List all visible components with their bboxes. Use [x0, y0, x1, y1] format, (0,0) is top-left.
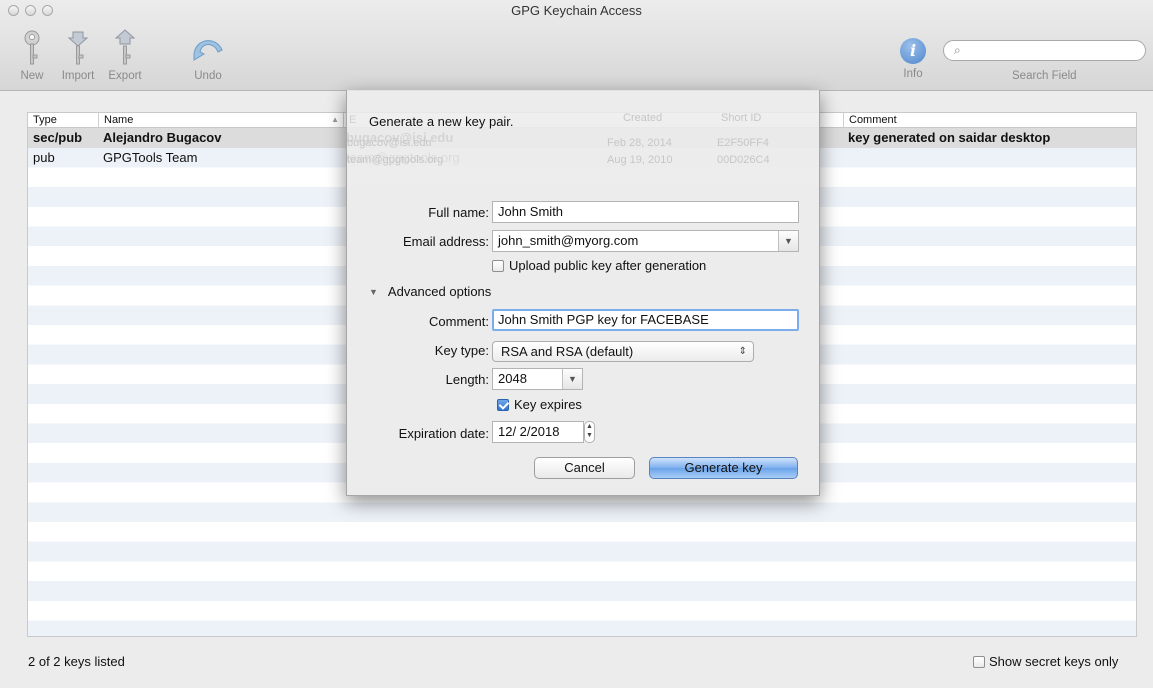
checkbox-checked[interactable]: [497, 398, 509, 411]
key-type-label: Key type:: [434, 343, 489, 358]
key-type-value: RSA and RSA (default): [501, 344, 634, 359]
cancel-button[interactable]: Cancel: [534, 457, 635, 479]
export-label: Export: [108, 70, 142, 82]
search-field-label: Search Field: [1012, 70, 1077, 82]
window-title: GPG Keychain Access: [511, 3, 642, 18]
import-button[interactable]: Import: [56, 28, 100, 82]
key-icon: [24, 30, 40, 65]
undo-button[interactable]: Undo: [188, 28, 228, 82]
advanced-options-label: Advanced options: [387, 284, 492, 299]
cell-type: sec/pub: [33, 130, 83, 145]
length-label: Length:: [445, 372, 489, 387]
info-icon: i: [900, 38, 926, 64]
undo-arrow-icon: [193, 40, 223, 61]
ghost-row2-short-id: 00D026C4: [717, 154, 770, 166]
sort-ascending-icon: ▲: [331, 115, 339, 124]
info-label: Info: [903, 68, 923, 80]
column-header-name[interactable]: Name ▲: [98, 113, 343, 127]
ghost-row1-email: bugacov@isi.edu: [347, 137, 432, 149]
undo-label: Undo: [194, 70, 222, 82]
cell-type: pub: [33, 150, 55, 165]
export-key-icon: [114, 29, 136, 65]
ghost-row2-email: team@gpgtools.org: [347, 154, 444, 166]
disclosure-triangle-icon: ▼: [369, 286, 378, 297]
comment-label: Comment:: [429, 314, 489, 329]
expiration-date-field[interactable]: 12/ 2/2018: [492, 421, 584, 443]
show-secret-checkbox[interactable]: Show secret keys only: [973, 654, 1118, 669]
sheet-title: Generate a new key pair.: [369, 114, 514, 129]
email-field-value: john_smith@myorg.com: [498, 233, 639, 248]
advanced-options-disclosure[interactable]: ▼ Advanced options: [369, 284, 491, 299]
cell-name: Alejandro Bugacov: [103, 130, 222, 145]
info-button[interactable]: i Info: [896, 38, 930, 80]
chevron-down-icon[interactable]: ▼: [778, 231, 798, 251]
show-secret-label: Show secret keys only: [989, 654, 1119, 669]
ghost-row1-created: Feb 28, 2014: [607, 137, 672, 149]
upload-key-checkbox[interactable]: Upload public key after generation: [492, 258, 706, 273]
search-icon: ⌕: [954, 43, 961, 57]
expiration-date-label: Expiration date:: [398, 426, 489, 441]
ghost-column-created: Created: [623, 112, 663, 124]
export-button[interactable]: Export: [104, 28, 146, 82]
up-down-arrows-icon: ⇕: [738, 346, 747, 357]
cell-comment: key generated on saidar desktop: [848, 130, 1051, 145]
comment-field[interactable]: John Smith PGP key for FACEBASE: [492, 309, 799, 331]
cell-name: GPGTools Team: [103, 150, 198, 165]
key-type-select[interactable]: RSA and RSA (default) ⇕: [492, 341, 754, 362]
key-expires-checkbox[interactable]: Key expires: [497, 397, 582, 412]
length-value: 2048: [498, 371, 527, 386]
import-key-icon: [67, 31, 89, 65]
chevron-down-icon[interactable]: ▼: [562, 369, 582, 389]
search-input[interactable]: ⌕: [943, 40, 1146, 61]
column-header-type[interactable]: Type: [28, 113, 98, 127]
import-label: Import: [61, 70, 95, 82]
length-combo-box[interactable]: 2048 ▼: [492, 368, 583, 390]
window-titlebar: GPG Keychain Access New Import Export Un…: [0, 0, 1153, 91]
full-name-label: Full name:: [428, 205, 489, 220]
generate-key-sheet: Generate a new key pair. Created Short I…: [346, 90, 820, 496]
checkbox-box[interactable]: [492, 259, 504, 272]
date-stepper[interactable]: ▲ ▼: [584, 421, 595, 443]
key-expires-label: Key expires: [514, 397, 582, 412]
new-key-button[interactable]: New: [14, 28, 50, 82]
ghost-row2-created: Aug 19, 2010: [607, 154, 673, 166]
key-count-status: 2 of 2 keys listed: [28, 654, 125, 669]
generate-key-button[interactable]: Generate key: [649, 457, 798, 479]
column-header-comment[interactable]: Comment: [843, 113, 1136, 127]
column-header-name-label: Name: [104, 114, 134, 126]
email-combo-box[interactable]: john_smith@myorg.com ▼: [492, 230, 799, 252]
upload-key-label: Upload public key after generation: [509, 258, 707, 273]
full-name-field[interactable]: John Smith: [492, 201, 799, 223]
new-key-label: New: [20, 70, 44, 82]
email-label: Email address:: [403, 234, 489, 249]
checkbox-box[interactable]: [973, 655, 985, 668]
ghost-row1-short-id: E2F50FF4: [717, 137, 769, 149]
ghost-column-short-id: Short ID: [721, 112, 762, 124]
